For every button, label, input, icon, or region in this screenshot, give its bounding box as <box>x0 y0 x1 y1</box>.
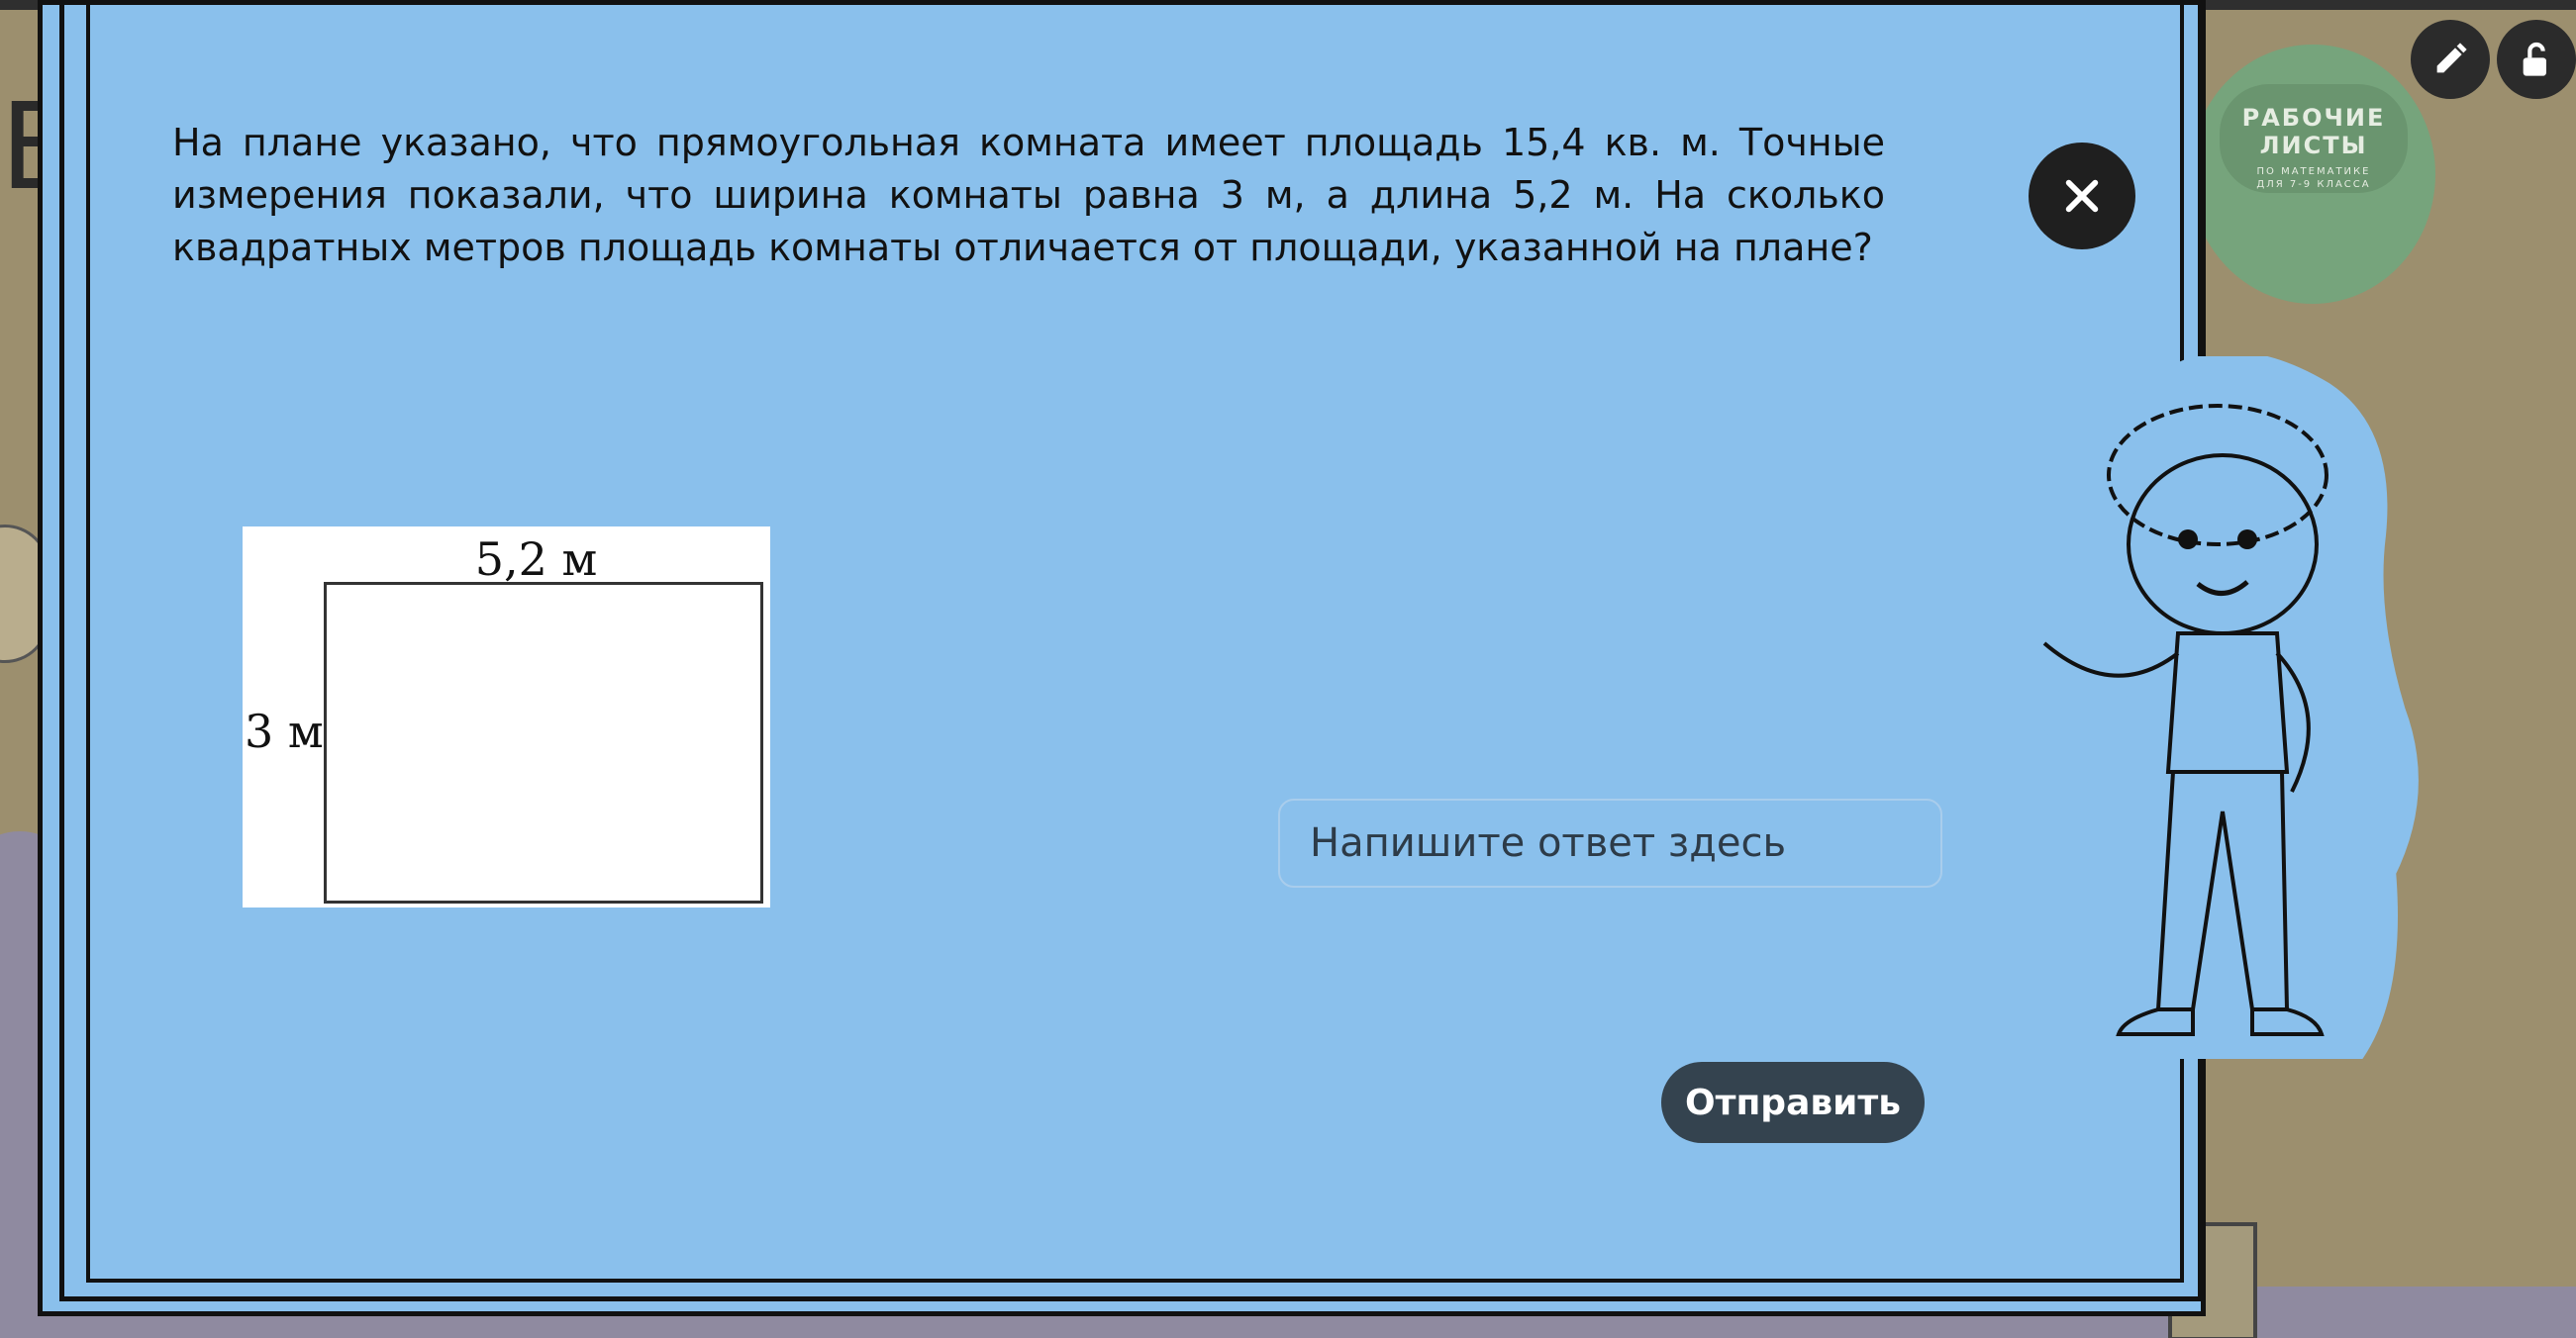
logo-sub-line2: ДЛЯ 7-9 КЛАССА <box>2256 179 2371 190</box>
pencil-button[interactable] <box>2411 20 2490 99</box>
logo-subtitle: ПО МАТЕМАТИКЕ ДЛЯ 7-9 КЛАССА <box>2200 165 2427 191</box>
logo-title-line1: РАБОЧИЕ <box>2241 104 2386 132</box>
room-rectangle <box>324 582 763 904</box>
room-diagram: 5,2 м 3 м <box>243 526 770 908</box>
answer-input[interactable] <box>1278 799 1942 888</box>
unlock-icon <box>2523 42 2546 76</box>
close-button[interactable] <box>2029 143 2135 249</box>
question-text: На плане указано, что прямоугольная комн… <box>172 121 1885 269</box>
width-label: 3 м <box>245 705 324 758</box>
submit-button[interactable]: Отправить <box>1661 1062 1925 1143</box>
pencil-icon <box>2436 43 2467 73</box>
logo-sub-line1: ПО МАТЕМАТИКЕ <box>2256 166 2371 177</box>
boy-character-illustration <box>2025 356 2419 1059</box>
close-icon <box>2065 179 2099 213</box>
worksheets-logo: РАБОЧИЕ ЛИСТЫ ПО МАТЕМАТИКЕ ДЛЯ 7-9 КЛАС… <box>2190 45 2435 304</box>
length-label: 5,2 м <box>474 532 598 586</box>
logo-title-line2: ЛИСТЫ <box>2259 132 2368 159</box>
unlock-button[interactable] <box>2497 20 2576 99</box>
